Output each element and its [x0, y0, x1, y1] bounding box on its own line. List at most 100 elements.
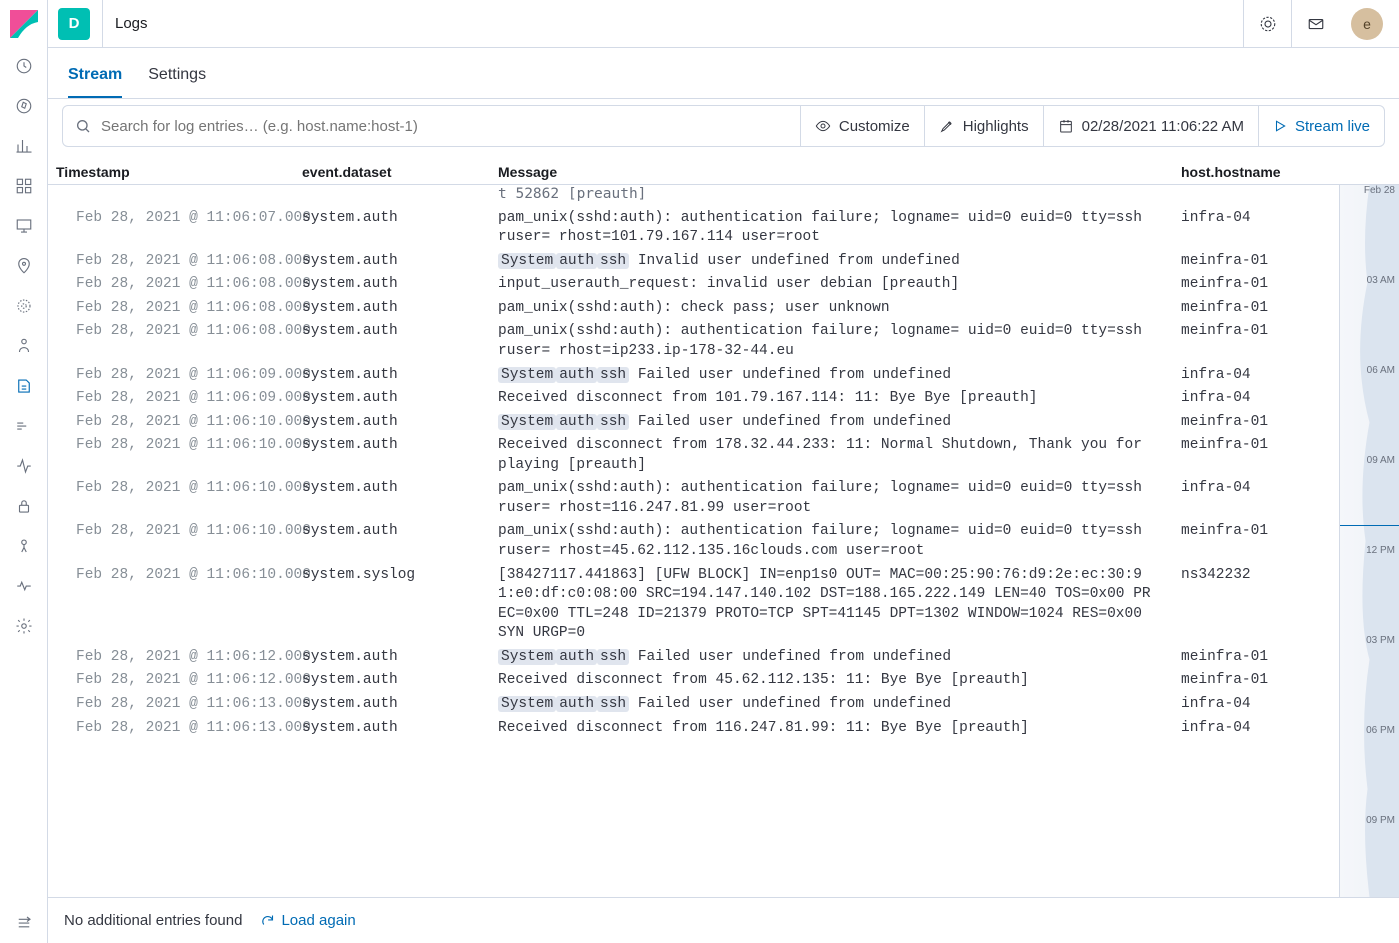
log-row[interactable]: Feb 28, 2021 @ 11:06:08.000system.authpa… [48, 320, 1339, 363]
cell-message: Received disconnect from 178.32.44.233: … [498, 436, 1181, 475]
minimap-tick: 03 PM [1366, 635, 1395, 646]
cell-dataset: system.auth [302, 413, 498, 433]
cell-dataset: system.auth [302, 436, 498, 475]
metrics-icon[interactable] [12, 334, 36, 358]
customize-button[interactable]: Customize [801, 106, 924, 146]
log-row[interactable]: Feb 28, 2021 @ 11:06:12.000system.authSy… [48, 646, 1339, 670]
log-row[interactable]: Feb 28, 2021 @ 11:06:10.000system.authRe… [48, 434, 1339, 477]
cell-message: Received disconnect from 116.247.81.99: … [498, 719, 1181, 739]
logs-icon[interactable] [12, 374, 36, 398]
cell-timestamp: Feb 28, 2021 @ 11:06:08.000 [48, 252, 302, 272]
left-navigation-rail [0, 0, 48, 943]
cell-message: pam_unix(sshd:auth): authentication fail… [498, 322, 1181, 361]
cell-message: Received disconnect from 101.79.167.114:… [498, 389, 1181, 409]
cell-host: infra-04 [1181, 366, 1339, 386]
cell-dataset: system.auth [302, 275, 498, 295]
calendar-icon [1058, 118, 1074, 134]
minimap-tick: 03 AM [1367, 275, 1395, 286]
header-timestamp: Timestamp [48, 164, 302, 180]
devtools-icon[interactable] [12, 534, 36, 558]
log-row[interactable]: Feb 28, 2021 @ 11:06:10.000system.authSy… [48, 411, 1339, 435]
cell-host: infra-04 [1181, 695, 1339, 715]
discover-icon[interactable] [12, 94, 36, 118]
log-row[interactable]: Feb 28, 2021 @ 11:06:09.000system.authSy… [48, 364, 1339, 388]
cell-timestamp: Feb 28, 2021 @ 11:06:08.000 [48, 299, 302, 319]
cell-message: Systemauthssh Failed user undefined from… [498, 413, 1181, 433]
datetime-picker[interactable]: 02/28/2021 11:06:22 AM [1044, 106, 1258, 146]
log-row[interactable]: Feb 28, 2021 @ 11:06:13.000system.authRe… [48, 717, 1339, 741]
maps-icon[interactable] [12, 254, 36, 278]
log-minimap[interactable]: Feb 28 03 AM06 AM09 AM12 PM03 PM06 PM09 … [1339, 185, 1399, 897]
security-icon[interactable] [12, 494, 36, 518]
cell-dataset: system.auth [302, 366, 498, 386]
header-message: Message [498, 164, 1181, 180]
stream-footer: No additional entries found Load again [48, 897, 1399, 943]
cell-dataset: system.auth [302, 252, 498, 272]
minimap-tick: 09 AM [1367, 455, 1395, 466]
cell-timestamp: Feb 28, 2021 @ 11:06:08.000 [48, 275, 302, 295]
eye-icon [815, 118, 831, 134]
space-selector[interactable]: D [58, 8, 90, 40]
cell-host: meinfra-01 [1181, 299, 1339, 319]
cell-host: meinfra-01 [1181, 436, 1339, 475]
recent-icon[interactable] [12, 54, 36, 78]
stream-live-button[interactable]: Stream live [1259, 106, 1384, 146]
cell-message: pam_unix(sshd:auth): check pass; user un… [498, 299, 1181, 319]
management-icon[interactable] [12, 614, 36, 638]
dashboard-icon[interactable] [12, 174, 36, 198]
tab-settings[interactable]: Settings [148, 66, 206, 98]
cell-message: input_userauth_request: invalid user deb… [498, 275, 1181, 295]
log-row[interactable]: Feb 28, 2021 @ 11:06:09.000system.authRe… [48, 387, 1339, 411]
partial-row-fragment: t 52862 [preauth] [48, 185, 1339, 207]
log-row[interactable]: Feb 28, 2021 @ 11:06:12.000system.authRe… [48, 669, 1339, 693]
cell-host: meinfra-01 [1181, 648, 1339, 668]
newsfeed-icon[interactable] [1243, 0, 1291, 48]
cell-timestamp: Feb 28, 2021 @ 11:06:08.000 [48, 322, 302, 361]
column-headers: Timestamp event.dataset Message host.hos… [48, 153, 1399, 185]
cell-dataset: system.syslog [302, 566, 498, 644]
highlights-button[interactable]: Highlights [925, 106, 1043, 146]
log-row[interactable]: Feb 28, 2021 @ 11:06:13.000system.authSy… [48, 693, 1339, 717]
cell-message: pam_unix(sshd:auth): authentication fail… [498, 209, 1181, 248]
cell-dataset: system.auth [302, 719, 498, 739]
log-row[interactable]: Feb 28, 2021 @ 11:06:07.000system.authpa… [48, 207, 1339, 250]
cell-dataset: system.auth [302, 209, 498, 248]
no-more-entries-label: No additional entries found [64, 912, 242, 929]
user-avatar[interactable]: e [1351, 8, 1383, 40]
cell-host: meinfra-01 [1181, 671, 1339, 691]
minimap-date: Feb 28 [1364, 185, 1395, 196]
uptime-icon[interactable] [12, 454, 36, 478]
play-icon [1273, 119, 1287, 133]
refresh-icon [260, 913, 275, 928]
cell-timestamp: Feb 28, 2021 @ 11:06:12.000 [48, 671, 302, 691]
cell-message: Received disconnect from 45.62.112.135: … [498, 671, 1181, 691]
ml-icon[interactable] [12, 294, 36, 318]
mail-icon[interactable] [1291, 0, 1339, 48]
apm-icon[interactable] [12, 414, 36, 438]
cell-timestamp: Feb 28, 2021 @ 11:06:10.000 [48, 566, 302, 644]
search-input[interactable] [101, 118, 788, 135]
monitoring-icon[interactable] [12, 574, 36, 598]
load-again-button[interactable]: Load again [260, 912, 355, 929]
log-stream-list[interactable]: t 52862 [preauth] Feb 28, 2021 @ 11:06:0… [48, 185, 1339, 897]
collapse-icon[interactable] [12, 911, 36, 935]
visualize-icon[interactable] [12, 134, 36, 158]
log-row[interactable]: Feb 28, 2021 @ 11:06:10.000system.authpa… [48, 520, 1339, 563]
log-row[interactable]: Feb 28, 2021 @ 11:06:08.000system.authpa… [48, 297, 1339, 321]
cell-host: infra-04 [1181, 719, 1339, 739]
log-row[interactable]: Feb 28, 2021 @ 11:06:10.000system.authpa… [48, 477, 1339, 520]
minimap-tick: 12 PM [1366, 545, 1395, 556]
search-toolbar: Customize Highlights 02/28/2021 11:06:22… [62, 105, 1385, 147]
cell-message: pam_unix(sshd:auth): authentication fail… [498, 479, 1181, 518]
log-row[interactable]: Feb 28, 2021 @ 11:06:10.000system.syslog… [48, 564, 1339, 646]
kibana-logo[interactable] [8, 8, 40, 40]
log-row[interactable]: Feb 28, 2021 @ 11:06:08.000system.authin… [48, 273, 1339, 297]
log-row[interactable]: Feb 28, 2021 @ 11:06:08.000system.authSy… [48, 250, 1339, 274]
cell-dataset: system.auth [302, 479, 498, 518]
cell-message: Systemauthssh Failed user undefined from… [498, 366, 1181, 386]
cell-timestamp: Feb 28, 2021 @ 11:06:10.000 [48, 522, 302, 561]
cell-dataset: system.auth [302, 322, 498, 361]
tab-stream[interactable]: Stream [68, 66, 122, 98]
search-icon [75, 118, 91, 134]
canvas-icon[interactable] [12, 214, 36, 238]
